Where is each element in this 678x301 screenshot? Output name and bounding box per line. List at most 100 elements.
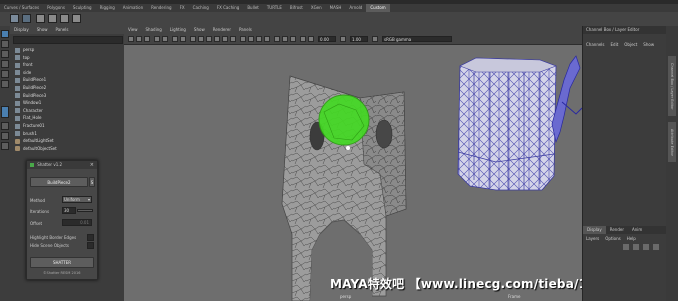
shelf-tab-turtle[interactable]: TURTLE: [263, 4, 286, 12]
color-space-dropdown[interactable]: sRGB gamma: [382, 36, 452, 42]
outliner-menu-display[interactable]: Display: [10, 26, 33, 34]
outliner-item[interactable]: top: [15, 54, 30, 61]
grid-icon[interactable]: [162, 36, 168, 42]
depth-of-field-icon[interactable]: [264, 36, 270, 42]
layer-down-icon[interactable]: [633, 244, 639, 250]
image-plane-icon[interactable]: [154, 36, 160, 42]
outliner-item[interactable]: Window1: [15, 99, 41, 106]
iterations-slider[interactable]: [77, 209, 93, 212]
shelf-tab-custom[interactable]: Custom: [366, 4, 390, 12]
viewport-menu-panels[interactable]: Panels: [235, 26, 256, 34]
hide-objects-checkbox[interactable]: [87, 242, 94, 249]
outliner-item[interactable]: BuildPiece1: [15, 76, 46, 83]
layout-single-icon[interactable]: [1, 106, 9, 118]
shelf-tab-arnold[interactable]: Arnold: [345, 4, 366, 12]
outliner-item[interactable]: brush1: [15, 130, 37, 137]
shelf-tool-icon[interactable]: [22, 14, 31, 23]
shelf-tab-sculpting[interactable]: Sculpting: [69, 4, 96, 12]
outliner-search-input[interactable]: [13, 36, 123, 44]
exposure-field[interactable]: 0.00: [318, 36, 336, 42]
shelf-tab-rigging[interactable]: Rigging: [96, 4, 119, 12]
shatter-button[interactable]: SHATTER: [30, 257, 94, 268]
viewport-menu-renderer[interactable]: Renderer: [209, 26, 235, 34]
shelf-mesh-icon[interactable]: [60, 14, 69, 23]
outliner-item[interactable]: Flat_Hole: [15, 114, 41, 121]
method-dropdown[interactable]: Uniform ▾: [62, 196, 92, 203]
layout-four-icon[interactable]: [1, 122, 9, 130]
shelf-tab-caching[interactable]: Caching: [189, 4, 213, 12]
outliner-item[interactable]: defaultLightSet: [15, 137, 54, 144]
shadows-icon[interactable]: [230, 36, 236, 42]
viewport-menu-view[interactable]: View: [124, 26, 142, 34]
lasso-tool-icon[interactable]: [1, 40, 9, 48]
new-layer-icon[interactable]: [643, 244, 649, 250]
camera-attr-icon[interactable]: [136, 36, 142, 42]
layer-menu-help[interactable]: Help: [624, 235, 639, 243]
isolate-select-icon[interactable]: [274, 36, 280, 42]
rotate-tool-icon[interactable]: [1, 70, 9, 78]
gamma-icon[interactable]: [340, 36, 346, 42]
scene-3d[interactable]: [124, 44, 582, 301]
viewport-panel[interactable]: View Shading Lighting Show Renderer Pane…: [124, 26, 582, 301]
viewport-menu-lighting[interactable]: Lighting: [166, 26, 190, 34]
channel-menu-show[interactable]: Show: [640, 41, 657, 49]
fractured-pillar-mesh[interactable]: [281, 75, 407, 301]
outliner-item[interactable]: BuildPiece3: [15, 92, 46, 99]
side-tab-attribute-editor[interactable]: Attribute Editor: [668, 122, 676, 162]
ambient-occlusion-icon[interactable]: [240, 36, 246, 42]
outliner-item[interactable]: defaultObjectSet: [15, 145, 57, 152]
layout-outliner-icon[interactable]: [1, 142, 9, 150]
viewport-menu-shading[interactable]: Shading: [142, 26, 166, 34]
channel-menu-channels[interactable]: Channels: [583, 41, 608, 49]
tab-anim[interactable]: Anim: [628, 226, 646, 234]
shelf-tab-rendering[interactable]: Rendering: [147, 4, 175, 12]
shelf-grid-icon[interactable]: [48, 14, 57, 23]
shelf-tab-animation[interactable]: Animation: [119, 4, 147, 12]
move-tool-icon[interactable]: [1, 60, 9, 68]
tab-render[interactable]: Render: [606, 226, 628, 234]
exposure-icon[interactable]: [308, 36, 314, 42]
xray-joints-icon[interactable]: [290, 36, 296, 42]
outliner-item[interactable]: front: [15, 61, 33, 68]
gamma-field[interactable]: 1.00: [350, 36, 368, 42]
tab-display[interactable]: Display: [583, 226, 606, 234]
channel-menu-object[interactable]: Object: [621, 41, 640, 49]
wireframe-cylinder-mesh[interactable]: [457, 57, 557, 191]
shatter-object-button[interactable]: BuildPiece2: [30, 177, 88, 187]
shatter-select-button[interactable]: S: [89, 177, 95, 187]
side-tab-channel-box[interactable]: Channel Box / Layer Editor: [668, 56, 676, 116]
outliner-item[interactable]: BuildPiece2: [15, 84, 46, 91]
shelf-tab-mash[interactable]: MASH: [326, 4, 346, 12]
shelf-checker-icon[interactable]: [36, 14, 45, 23]
outliner-item[interactable]: Character: [15, 107, 43, 114]
shelf-tab-polygons[interactable]: Polygons: [43, 4, 69, 12]
outliner-item[interactable]: side: [15, 69, 31, 76]
layer-up-icon[interactable]: [623, 244, 629, 250]
iterations-field[interactable]: 30: [62, 207, 76, 214]
offset-field[interactable]: 0.01: [62, 219, 92, 226]
motion-blur-icon[interactable]: [248, 36, 254, 42]
shelf-tab-xgen[interactable]: XGen: [307, 4, 326, 12]
layer-menu-layers[interactable]: Layers: [583, 235, 602, 243]
smooth-shade-icon[interactable]: [198, 36, 204, 42]
shelf-tab-bullet[interactable]: Bullet: [243, 4, 263, 12]
outliner-menu-panels[interactable]: Panels: [52, 26, 73, 34]
outliner-menu-show[interactable]: Show: [33, 26, 52, 34]
select-tool-icon[interactable]: [1, 30, 9, 38]
highlight-border-checkbox[interactable]: [87, 234, 94, 241]
textured-icon[interactable]: [214, 36, 220, 42]
shelf-tab-curves-surfaces[interactable]: Curves / Surfaces: [0, 4, 43, 12]
outliner-item[interactable]: Fracture01: [15, 122, 45, 129]
bookmark-icon[interactable]: [144, 36, 150, 42]
viewport-menu-show[interactable]: Show: [190, 26, 209, 34]
close-icon[interactable]: ×: [90, 161, 94, 169]
layer-menu-options[interactable]: Options: [602, 235, 623, 243]
layout-two-icon[interactable]: [1, 132, 9, 140]
color-management-icon[interactable]: [372, 36, 378, 42]
resolution-gate-icon[interactable]: [180, 36, 186, 42]
shelf-script-icon[interactable]: [10, 14, 19, 23]
camera-icon[interactable]: [128, 36, 134, 42]
channel-menu-edit[interactable]: Edit: [608, 41, 622, 49]
wireframe-on-shaded-icon[interactable]: [206, 36, 212, 42]
wireframe-icon[interactable]: [190, 36, 196, 42]
